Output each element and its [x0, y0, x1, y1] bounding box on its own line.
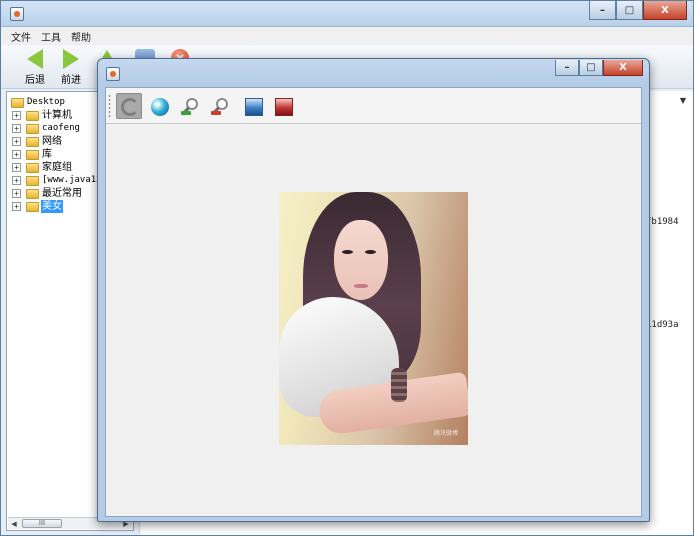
viewer-maximize-button[interactable]: □	[579, 60, 603, 76]
main-caption-buttons: – □ X	[589, 1, 687, 20]
toolbar-grip-icon[interactable]	[108, 94, 111, 118]
zoom-out-button[interactable]	[206, 93, 232, 119]
scroll-left-icon[interactable]: ◀	[9, 519, 19, 529]
zoom-in-button[interactable]	[176, 93, 202, 119]
globe-icon	[151, 98, 169, 116]
folder-icon	[26, 150, 39, 160]
viewer-minimize-button[interactable]: –	[555, 60, 579, 76]
folder-icon	[26, 189, 39, 199]
menu-help[interactable]: 帮助	[71, 29, 91, 44]
expand-icon[interactable]: +	[12, 189, 21, 198]
expand-icon[interactable]: +	[12, 163, 21, 172]
photo-watermark: 腾讯微博	[433, 430, 458, 437]
tree-item-label: 家庭组	[42, 162, 72, 173]
folder-icon	[26, 202, 39, 212]
expand-icon[interactable]: +	[12, 124, 21, 133]
expand-icon[interactable]: +	[12, 202, 21, 211]
menu-tools[interactable]: 工具	[41, 29, 61, 44]
tree-item-label: 最近常用	[42, 188, 82, 199]
folder-icon	[26, 124, 39, 134]
blue-swatch-icon	[245, 98, 263, 116]
tree-item-label: caofeng	[42, 123, 80, 133]
file-name-fragment: 11d93a	[646, 320, 679, 330]
back-arrow-icon	[25, 49, 45, 69]
menu-file[interactable]: 文件	[11, 29, 31, 44]
folder-icon	[26, 163, 39, 173]
image-viewer-window: – □ X 腾讯微博	[97, 58, 650, 522]
rotate-icon	[121, 98, 139, 116]
java-app-icon	[10, 7, 24, 21]
folder-icon	[11, 98, 24, 108]
back-label: 后退	[25, 75, 45, 86]
forward-arrow-icon	[61, 49, 81, 69]
tree-item-label: 网络	[42, 136, 62, 147]
blue-swatch-button[interactable]	[240, 93, 266, 119]
tree-item-label: Desktop	[27, 97, 65, 107]
main-title-bar[interactable]: – □ X	[1, 1, 693, 27]
tree-item-label: [www.java12	[42, 175, 102, 185]
main-close-button[interactable]: X	[643, 1, 687, 20]
file-name-fragment: fb1984	[646, 217, 679, 227]
forward-label: 前进	[61, 75, 81, 86]
tree-item-label: 库	[42, 149, 52, 160]
rotate-button[interactable]	[116, 93, 142, 119]
folder-icon	[26, 176, 39, 186]
tree-item-label: 计算机	[42, 110, 72, 121]
expand-icon[interactable]: +	[12, 111, 21, 120]
folder-icon	[26, 137, 39, 147]
red-swatch-button[interactable]	[270, 93, 296, 119]
viewer-toolbar	[106, 88, 641, 124]
expand-icon[interactable]: +	[12, 150, 21, 159]
forward-button[interactable]: 前进	[53, 47, 89, 87]
viewer-close-button[interactable]: X	[603, 60, 643, 76]
zoom-out-icon	[211, 98, 229, 116]
scroll-thumb[interactable]: III	[22, 519, 62, 528]
expand-icon[interactable]: +	[12, 137, 21, 146]
chevron-down-icon[interactable]: ▼	[677, 95, 689, 107]
main-minimize-button[interactable]: –	[589, 1, 616, 20]
globe-button[interactable]	[146, 93, 172, 119]
back-button[interactable]: 后退	[17, 47, 53, 87]
viewer-content: 腾讯微博	[105, 87, 642, 517]
displayed-photo: 腾讯微博	[279, 192, 468, 445]
viewer-caption-buttons: – □ X	[555, 60, 643, 79]
folder-icon	[26, 111, 39, 121]
zoom-in-icon	[181, 98, 199, 116]
menu-bar: 文件 工具 帮助	[1, 28, 693, 44]
red-swatch-icon	[275, 98, 293, 116]
expand-icon[interactable]: +	[12, 176, 21, 185]
main-maximize-button[interactable]: □	[616, 1, 643, 20]
java-app-icon	[106, 67, 120, 81]
tree-item-label: 美女	[41, 200, 63, 213]
